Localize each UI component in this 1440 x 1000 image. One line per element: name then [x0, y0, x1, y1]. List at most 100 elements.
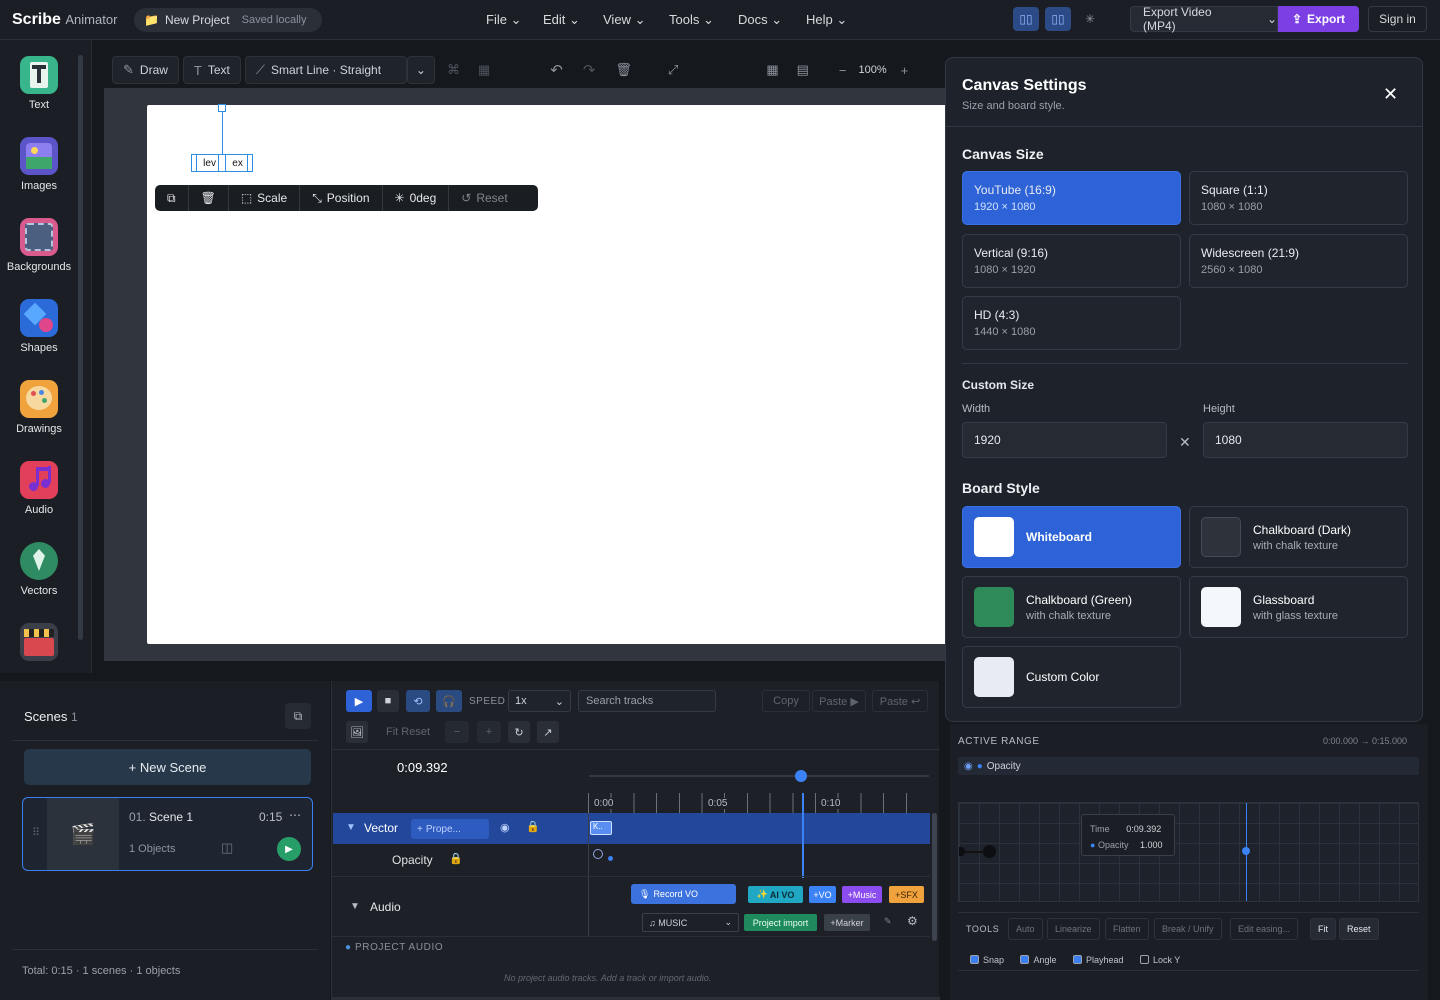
menu-help[interactable]: Help ⌄: [806, 12, 847, 28]
vector-clip[interactable]: K..: [590, 821, 612, 835]
add-vo-button[interactable]: +VO: [809, 886, 836, 903]
zoom-out-icon[interactable]: −: [445, 721, 469, 743]
undo-icon[interactable]: ↶: [550, 61, 563, 79]
collapse-icon[interactable]: ▼: [350, 901, 360, 912]
speed-select[interactable]: 1x ⌄: [508, 690, 571, 712]
layout-right-icon[interactable]: ▯▯: [1045, 7, 1071, 31]
property-select[interactable]: + Prope...: [411, 819, 489, 839]
board-option-custom[interactable]: Custom Color: [962, 646, 1181, 708]
keyframe-handle[interactable]: [959, 847, 965, 856]
board-option-whiteboard[interactable]: Whiteboard: [962, 506, 1181, 568]
project-pill[interactable]: 📁 New Project Saved locally: [134, 8, 322, 32]
play-scene-icon[interactable]: ▶: [277, 837, 301, 861]
size-option-widescreen[interactable]: Widescreen (21:9) 2560 × 1080: [1189, 234, 1408, 288]
playhead[interactable]: [802, 793, 804, 878]
width-input[interactable]: 1920: [962, 422, 1167, 458]
copy-button[interactable]: Copy: [762, 690, 810, 712]
fullscreen-icon[interactable]: ⤢: [668, 62, 678, 78]
grid-snap-icon[interactable]: ▤: [797, 62, 809, 78]
export-button[interactable]: ⇪ Export: [1278, 6, 1359, 32]
text-button[interactable]: T Text: [182, 56, 241, 84]
zoom-in-icon[interactable]: +: [477, 721, 501, 743]
smart-line-button[interactable]: ⟋ Smart Line · Straight: [244, 56, 407, 84]
export-format-select[interactable]: Export Video (MP4) ⌄: [1130, 5, 1278, 33]
ai-vo-button[interactable]: ✨ AI VO: [748, 886, 803, 903]
headphones-icon[interactable]: 🎧: [436, 690, 462, 712]
sidebar-item-vectors[interactable]: Vectors: [0, 542, 78, 597]
close-icon[interactable]: ✕: [1383, 84, 1398, 105]
fit-button[interactable]: Fit: [1310, 918, 1336, 940]
edit-icon[interactable]: ✎: [884, 916, 892, 927]
sidebar-item-shapes[interactable]: Shapes: [0, 299, 78, 354]
lock-icon[interactable]: 🔒: [526, 820, 540, 833]
trash-icon[interactable]: 🗑: [615, 62, 632, 78]
add-music-button[interactable]: +Music: [842, 886, 882, 903]
scene-card[interactable]: ⠿ 🎬 01. Scene 1 0:15 ⋯ 1 Objects ◫ ▶: [22, 797, 313, 871]
tool-flatten-button[interactable]: Flatten: [1105, 918, 1149, 940]
time-ruler[interactable]: 0:00 0:05 0:10: [588, 793, 928, 813]
eye-icon[interactable]: ◉: [500, 821, 510, 834]
sidebar-scrollbar[interactable]: [78, 55, 83, 640]
gear-icon[interactable]: ⚙: [907, 914, 918, 928]
redo-icon[interactable]: ↷: [583, 61, 596, 79]
scale-button[interactable]: ⬚ Scale: [229, 185, 301, 211]
add-marker-button[interactable]: +Marker: [824, 914, 870, 931]
loop-icon[interactable]: ⟲: [406, 690, 430, 712]
draw-button[interactable]: ✎ Draw: [112, 56, 179, 84]
resize-handle-center[interactable]: [218, 154, 226, 172]
duplicate-scene-icon[interactable]: ⧉: [285, 703, 311, 729]
menu-tools[interactable]: Tools ⌄: [669, 12, 714, 28]
fit-reset-button[interactable]: Fit Reset: [376, 721, 440, 743]
more-icon[interactable]: ⋯: [289, 808, 301, 822]
expand-icon[interactable]: ↗: [537, 721, 559, 743]
board-option-glassboard[interactable]: Glassboard with glass texture: [1189, 576, 1408, 638]
height-input[interactable]: 1080: [1203, 422, 1408, 458]
tool-break-button[interactable]: Break / Unify: [1154, 918, 1222, 940]
tool-auto-button[interactable]: Auto: [1008, 918, 1043, 940]
reset-button[interactable]: ↺ Reset: [449, 185, 519, 211]
drag-handle-icon[interactable]: ⠿: [32, 826, 40, 839]
group-icon[interactable]: ⌘: [447, 62, 460, 78]
search-tracks-input[interactable]: Search tracks: [578, 690, 716, 712]
angle-checkbox[interactable]: Angle: [1020, 955, 1057, 965]
paste-replace-button[interactable]: Paste ↩: [872, 690, 928, 712]
menu-view[interactable]: View ⌄: [603, 12, 645, 28]
reset-curve-button[interactable]: Reset: [1339, 918, 1379, 940]
record-vo-button[interactable]: 🎙 Record VO: [631, 884, 736, 904]
size-option-square[interactable]: Square (1:1) 1080 × 1080: [1189, 171, 1408, 225]
smart-line-dropdown[interactable]: ⌄: [406, 56, 435, 84]
keyframe-point[interactable]: [983, 845, 996, 858]
curve-editor[interactable]: Time 0:09.392 ● Opacity 1.000: [958, 802, 1419, 902]
loading-icon[interactable]: ✳: [1077, 7, 1103, 31]
tool-easing-button[interactable]: Edit easing...: [1230, 918, 1299, 940]
add-sfx-button[interactable]: +SFX: [889, 886, 924, 903]
playhead-checkbox[interactable]: Playhead: [1072, 955, 1124, 965]
collapse-icon[interactable]: ▼: [346, 822, 356, 833]
sign-in-button[interactable]: Sign in: [1368, 6, 1427, 32]
grid-icon[interactable]: ▦: [766, 62, 778, 78]
size-option-youtube[interactable]: YouTube (16:9) 1920 × 1080: [962, 171, 1181, 225]
position-button[interactable]: ⤡ Position: [300, 185, 383, 211]
lock-y-checkbox[interactable]: Lock Y: [1139, 955, 1180, 965]
project-import-button[interactable]: Project import: [744, 914, 817, 931]
rotation-handle[interactable]: [218, 104, 226, 112]
image-thumb-icon[interactable]: 🖼: [346, 721, 368, 743]
menu-file[interactable]: File ⌄: [486, 12, 521, 28]
active-track-row[interactable]: ◉ ● Opacity: [958, 757, 1419, 775]
sidebar-item-backgrounds[interactable]: Backgrounds: [0, 218, 78, 273]
keyframe-dot[interactable]: [608, 856, 613, 861]
delete-button[interactable]: 🗑: [189, 185, 229, 211]
sidebar-item-audio[interactable]: Audio: [0, 461, 78, 516]
timeline-scrollbar[interactable]: [932, 813, 937, 941]
size-option-hd[interactable]: HD (4:3) 1440 × 1080: [962, 296, 1181, 350]
tool-linearize-button[interactable]: Linearize: [1047, 918, 1100, 940]
zoom-in-icon[interactable]: +: [901, 63, 909, 78]
keyframe-marker[interactable]: [593, 849, 603, 859]
sidebar-item-drawings[interactable]: Drawings: [0, 380, 78, 435]
menu-edit[interactable]: Edit ⌄: [543, 12, 580, 28]
sidebar-item-video[interactable]: [0, 623, 78, 666]
board-option-chalkboard-green[interactable]: Chalkboard (Green) with chalk texture: [962, 576, 1181, 638]
zoom-out-icon[interactable]: −: [839, 63, 847, 78]
new-scene-button[interactable]: + New Scene: [24, 749, 311, 785]
board-option-chalkboard-dark[interactable]: Chalkboard (Dark) with chalk texture: [1189, 506, 1408, 568]
